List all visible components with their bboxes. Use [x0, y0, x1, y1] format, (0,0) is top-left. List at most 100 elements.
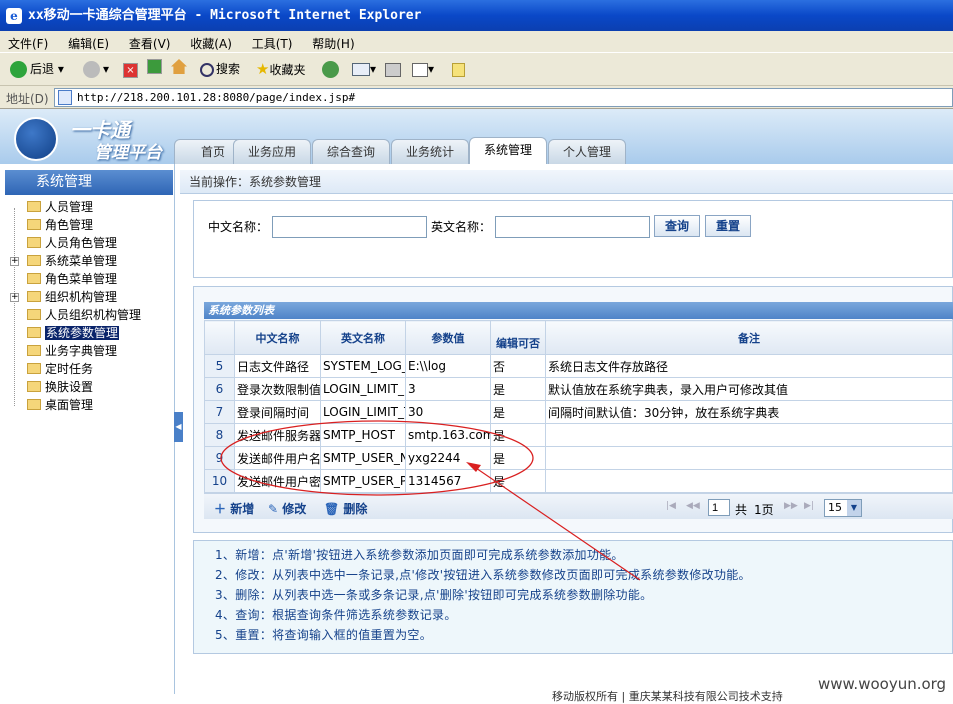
prev-page-icon[interactable]: ◀◀	[686, 501, 700, 511]
column-header[interactable]: 编辑可否	[490, 320, 546, 355]
table-row[interactable]: 8 发送邮件服务器 SMTP_HOST smtp.163.com 是	[204, 423, 953, 447]
query-button[interactable]: 查询	[654, 215, 700, 237]
star-icon: ★	[256, 60, 270, 78]
row-number: 8	[204, 423, 235, 447]
folder-icon	[27, 327, 41, 338]
row-number: 7	[204, 400, 235, 424]
cell-value: E:\\log	[405, 354, 491, 378]
help-line: 5、重置：将查询输入框的值重置为空。	[215, 628, 433, 642]
column-header[interactable]: 英文名称	[320, 320, 406, 355]
tab-query[interactable]: 综合查询	[312, 139, 390, 164]
breadcrumb: 当前操作：系统参数管理	[180, 170, 953, 194]
cell-editable: 是	[490, 446, 546, 470]
column-header[interactable]: 中文名称	[234, 320, 321, 355]
column-header[interactable]: 参数值	[405, 320, 491, 355]
china-mobile-logo-icon	[14, 117, 58, 161]
cell-value: smtp.163.com	[405, 423, 491, 447]
sidebar-item-role-menu[interactable]: 角色菜单管理	[27, 271, 117, 288]
back-button[interactable]: 后退 ▾	[10, 59, 64, 81]
sidebar-item-desktop[interactable]: 桌面管理	[27, 397, 93, 414]
sidebar-item-scheduled-task[interactable]: 定时任务	[27, 361, 93, 378]
sidebar-item-user[interactable]: 人员管理	[27, 199, 93, 216]
folder-icon	[27, 255, 41, 266]
first-page-icon[interactable]: |◀	[666, 501, 676, 511]
expand-icon[interactable]: +	[10, 257, 19, 266]
print-button[interactable]	[385, 59, 401, 81]
sidebar-item-system-params[interactable]: 系统参数管理	[27, 325, 120, 342]
back-arrow-icon	[10, 61, 27, 78]
collapse-sidebar-handle[interactable]: ◀	[174, 412, 183, 442]
mail-button[interactable]: ▾	[352, 59, 376, 81]
reset-button[interactable]: 重置	[705, 215, 751, 237]
table-row[interactable]: 9 发送邮件用户名 SMTP_USER_NAME yxg2244 是	[204, 446, 953, 470]
sidebar-item-label: 角色管理	[45, 218, 94, 232]
table-row[interactable]: 10 发送邮件用户密码 SMTP_USER_PASSWORD 1314567 是	[204, 469, 953, 493]
menu-help[interactable]: 帮助(H)	[304, 31, 362, 52]
cell-editable: 是	[490, 423, 546, 447]
page-number-input[interactable]	[708, 499, 730, 516]
column-header	[204, 320, 235, 355]
forward-button[interactable]: ▾	[83, 59, 109, 81]
sidebar-item-organization[interactable]: 组织机构管理	[27, 289, 117, 306]
cell-value: yxg2244	[405, 446, 491, 470]
menu-tools[interactable]: 工具(T)	[244, 31, 301, 52]
sidebar-item-label: 组织机构管理	[45, 290, 118, 304]
edit-button[interactable]: ▾	[412, 59, 434, 81]
add-button[interactable]: ＋ 新增	[214, 500, 254, 517]
menu-edit[interactable]: 编辑(E)	[60, 31, 117, 52]
cn-name-label: 中文名称：	[208, 220, 269, 234]
table-row[interactable]: 5 日志文件路径 SYSTEM_LOG_PATH E:\\log 否 系统日志文…	[204, 354, 953, 378]
cell-editable: 否	[490, 354, 546, 378]
menu-view[interactable]: 查看(V)	[121, 31, 179, 52]
sidebar-title: 系统管理	[5, 170, 173, 195]
sidebar-item-dictionary[interactable]: 业务字典管理	[27, 343, 117, 360]
total-prefix: 共	[735, 503, 748, 517]
delete-button[interactable]: 🗑 删除	[324, 500, 367, 517]
favorites-button[interactable]: ★收藏夹	[256, 59, 305, 81]
folder-icon	[27, 309, 41, 320]
tab-statistics[interactable]: 业务统计	[391, 139, 469, 164]
cell-value: 1314567	[405, 469, 491, 493]
sidebar-item-label: 换肤设置	[45, 380, 94, 394]
tab-personal[interactable]: 个人管理	[548, 139, 626, 164]
folder-icon	[27, 237, 41, 248]
sidebar-item-system-menu[interactable]: 系统菜单管理	[27, 253, 117, 270]
messenger-button[interactable]	[452, 59, 465, 81]
pager-bar: ＋ 新增 ✎ 修改 🗑 删除 |◀ ◀◀ 共 1页 ▶▶ ▶| 15 ▼	[204, 493, 953, 519]
help-line: 2、修改：从列表中选中一条记录,点'修改'按钮进入系统参数修改页面即可完成系统参…	[215, 568, 751, 582]
history-button[interactable]	[322, 59, 342, 81]
edit-record-button[interactable]: ✎ 修改	[268, 500, 306, 517]
next-page-icon[interactable]: ▶▶	[784, 501, 798, 511]
cell-remark: 系统日志文件存放路径	[545, 354, 953, 378]
home-button[interactable]	[171, 59, 187, 81]
page-size-select[interactable]: 15 ▼	[824, 499, 862, 517]
en-name-input[interactable]	[495, 216, 650, 238]
row-number: 5	[204, 354, 235, 378]
cell-en-name: SMTP_USER_PASSWORD	[320, 469, 406, 493]
sidebar-item-role[interactable]: 角色管理	[27, 217, 93, 234]
cell-value: 3	[405, 377, 491, 401]
column-header[interactable]: 备注	[545, 320, 953, 355]
sidebar-item-skin[interactable]: 换肤设置	[27, 379, 93, 396]
refresh-button[interactable]	[147, 59, 162, 81]
last-page-icon[interactable]: ▶|	[804, 501, 814, 511]
table-row[interactable]: 6 登录次数限制值 LOGIN_LIMIT_NUM 3 是 默认值放在系统字典表…	[204, 377, 953, 401]
tab-business-app[interactable]: 业务应用	[233, 139, 311, 164]
table-row[interactable]: 7 登录间隔时间 LOGIN_LIMIT_TIME 30 是 间隔时间默认值：3…	[204, 400, 953, 424]
expand-icon[interactable]: +	[10, 293, 19, 302]
folder-icon	[27, 345, 41, 356]
folder-icon	[27, 291, 41, 302]
address-url: http://218.200.101.28:8080/page/index.js…	[77, 91, 356, 104]
cell-editable: 是	[490, 400, 546, 424]
address-input[interactable]: http://218.200.101.28:8080/page/index.js…	[54, 88, 953, 107]
sidebar-item-user-org[interactable]: 人员组织机构管理	[27, 307, 141, 324]
logo-text-line2: 管理平台	[94, 143, 162, 163]
sidebar-item-user-role[interactable]: 人员角色管理	[27, 235, 117, 252]
menu-favorites[interactable]: 收藏(A)	[182, 31, 240, 52]
cn-name-input[interactable]	[272, 216, 427, 238]
search-button[interactable]: 搜索	[200, 59, 240, 81]
cell-en-name: SYSTEM_LOG_PATH	[320, 354, 406, 378]
menu-file[interactable]: 文件(F)	[0, 31, 56, 52]
stop-button[interactable]: ×	[123, 59, 138, 81]
tab-system-management[interactable]: 系统管理	[469, 137, 547, 164]
